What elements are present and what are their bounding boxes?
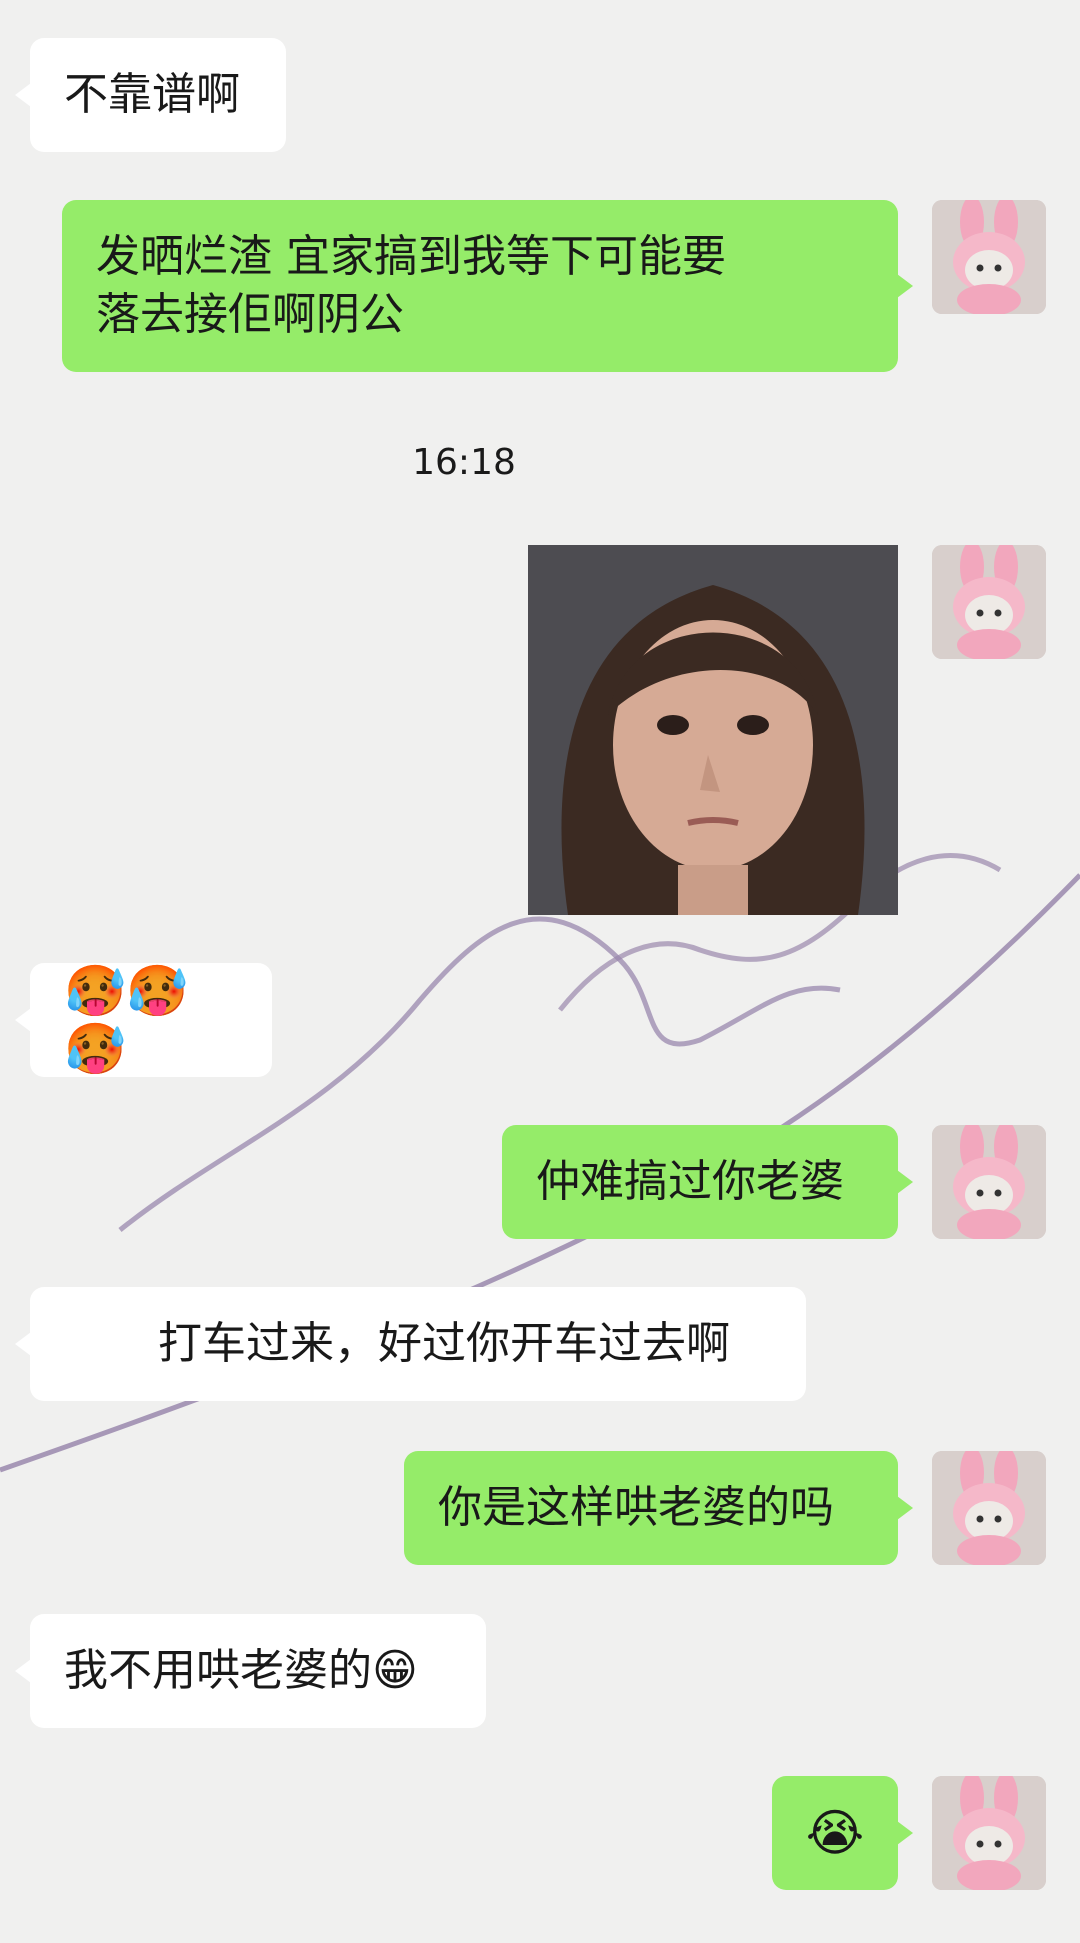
avatar[interactable] <box>932 1776 1046 1890</box>
message-text: 我不用哄老婆的😁 <box>64 1645 418 1696</box>
message-bubble-incoming[interactable]: 🥵🥵🥵 <box>15 962 272 1078</box>
avatar[interactable] <box>932 1451 1046 1565</box>
avatar[interactable] <box>932 1125 1046 1239</box>
message-bubble-outgoing[interactable]: 发晒烂渣 宜家搞到我等下可能要 落去接佢啊阴公 <box>62 200 913 372</box>
bunny-hat-cat-avatar-icon <box>932 545 1046 659</box>
portrait-photo <box>528 545 898 915</box>
bunny-hat-cat-avatar-icon <box>932 1451 1046 1565</box>
message-bubble-incoming[interactable]: 不靠谱啊 <box>15 38 286 152</box>
bunny-hat-cat-avatar-icon <box>932 1776 1046 1890</box>
message-emoji: 😭 <box>805 1804 865 1862</box>
message-image[interactable] <box>528 545 898 915</box>
bunny-hat-cat-avatar-icon <box>932 200 1046 314</box>
message-text-line: 发晒烂渣 宜家搞到我等下可能要 <box>96 231 726 282</box>
timestamp: 16:18 <box>412 442 516 483</box>
message-bubble-outgoing[interactable]: 你是这样哄老婆的吗 <box>404 1451 913 1565</box>
message-text: 不靠谱啊 <box>64 69 240 120</box>
message-text-line: 落去接佢啊阴公 <box>96 289 404 340</box>
message-bubble-outgoing[interactable]: 😭 <box>772 1776 913 1890</box>
avatar[interactable] <box>932 200 1046 314</box>
avatar[interactable] <box>932 545 1046 659</box>
message-text: 你是这样哄老婆的吗 <box>438 1482 834 1533</box>
message-bubble-incoming[interactable]: 打车过来，好过你开车过去啊 <box>15 1287 806 1401</box>
message-emoji: 🥵🥵🥵 <box>64 962 189 1078</box>
message-text: 打车过来，好过你开车过去啊 <box>158 1318 730 1369</box>
bunny-hat-cat-avatar-icon <box>932 1125 1046 1239</box>
message-bubble-outgoing[interactable]: 仲难搞过你老婆 <box>502 1125 913 1239</box>
message-bubble-incoming[interactable]: 我不用哄老婆的😁 <box>15 1614 486 1728</box>
message-text: 仲难搞过你老婆 <box>536 1156 844 1207</box>
